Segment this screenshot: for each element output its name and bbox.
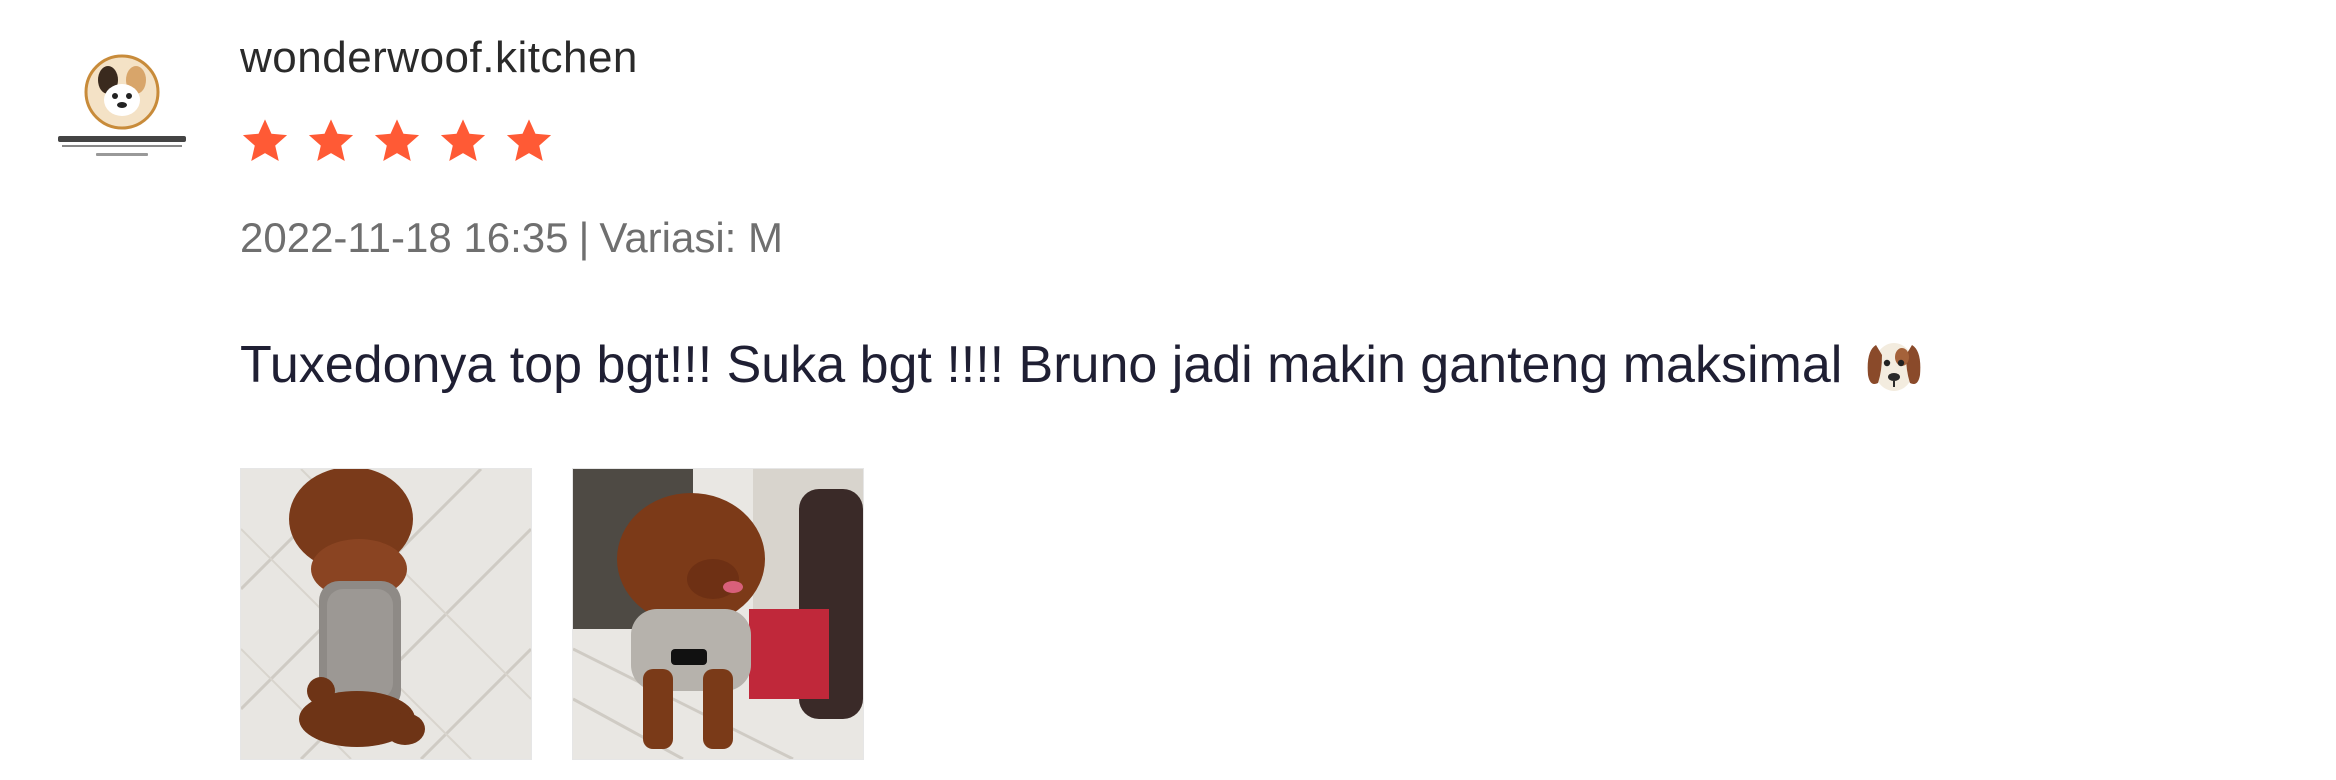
review-comment: Tuxedonya top bgt!!! Suka bgt !!!! Bruno… [240, 330, 1926, 400]
meta-separator: | [578, 214, 590, 261]
rating-stars [240, 116, 554, 166]
review-photo-dog-front-icon [573, 469, 863, 759]
reviewer-username[interactable]: wonderwoof.kitchen [240, 28, 638, 88]
review-date: 2022-11-18 16:35 [240, 214, 569, 261]
star-filled-icon [308, 119, 354, 161]
review-comment-text: Tuxedonya top bgt!!! Suka bgt !!!! Bruno… [240, 336, 1843, 394]
wonderwoof-kitchen-logo-icon [58, 54, 186, 156]
star-filled-icon [242, 119, 288, 161]
dog-face-emoji-icon [1867, 343, 1921, 391]
review-card: wonderwoof.kitchen 2022-11-18 16:35 | Vari… [0, 0, 2336, 780]
review-variation: Variasi: M [599, 214, 784, 261]
review-meta: 2022-11-18 16:35 | Variasi: M [240, 210, 783, 266]
star-filled-icon [440, 119, 486, 161]
review-photo[interactable] [572, 468, 864, 760]
star-filled-icon [374, 119, 420, 161]
review-photo-dog-side-icon [241, 469, 531, 759]
star-filled-icon [506, 119, 552, 161]
avatar[interactable] [52, 50, 192, 170]
review-photos [240, 468, 864, 760]
review-photo[interactable] [240, 468, 532, 760]
